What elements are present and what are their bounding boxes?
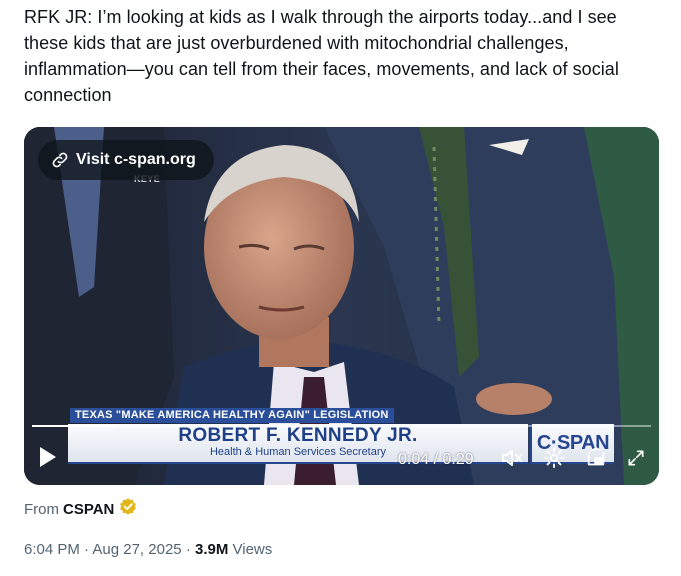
chyron-banner: TEXAS "MAKE AMERICA HEALTHY AGAIN" LEGIS… bbox=[70, 408, 394, 423]
muted-speaker-icon bbox=[500, 446, 524, 475]
post-metadata: 6:04 PM · Aug 27, 2025 · 3.9M Views bbox=[24, 540, 272, 560]
settings-button[interactable] bbox=[542, 447, 566, 474]
meta-separator: · bbox=[185, 541, 191, 558]
visit-link-button[interactable]: Visit c-span.org bbox=[38, 140, 214, 180]
views-count: 3.9M bbox=[194, 541, 229, 558]
play-button[interactable] bbox=[36, 446, 60, 473]
post-text: RFK JR: I’m looking at kids as I walk th… bbox=[24, 7, 624, 105]
expand-icon bbox=[626, 448, 646, 473]
progress-fill bbox=[32, 425, 118, 427]
play-icon bbox=[38, 446, 58, 473]
post-time-link[interactable]: 6:04 PM bbox=[24, 541, 80, 558]
post-date-link[interactable]: Aug 27, 2025 bbox=[92, 541, 181, 558]
playback-time: 0:04 / 0:29 bbox=[398, 451, 474, 468]
fullscreen-button[interactable] bbox=[624, 448, 648, 472]
verified-badge-icon bbox=[118, 497, 138, 523]
picture-in-picture-icon bbox=[585, 446, 607, 474]
source-prefix: From bbox=[24, 501, 59, 518]
link-icon bbox=[50, 150, 70, 170]
visit-link-label: Visit c-span.org bbox=[76, 151, 196, 168]
mute-button[interactable] bbox=[500, 448, 524, 472]
meta-separator: · bbox=[84, 541, 90, 558]
picture-in-picture-button[interactable] bbox=[584, 446, 608, 474]
chyron-name: ROBERT F. KENNEDY JR. bbox=[178, 425, 418, 446]
source-name-link[interactable]: CSPAN bbox=[63, 500, 114, 520]
source-attribution: From CSPAN bbox=[24, 497, 138, 523]
video-player[interactable]: KEYE Visit c-span.org TEXAS "MAKE AMERIC… bbox=[24, 127, 659, 485]
views-label: Views bbox=[232, 541, 273, 558]
gear-icon bbox=[543, 447, 565, 474]
progress-bar[interactable] bbox=[32, 425, 651, 427]
